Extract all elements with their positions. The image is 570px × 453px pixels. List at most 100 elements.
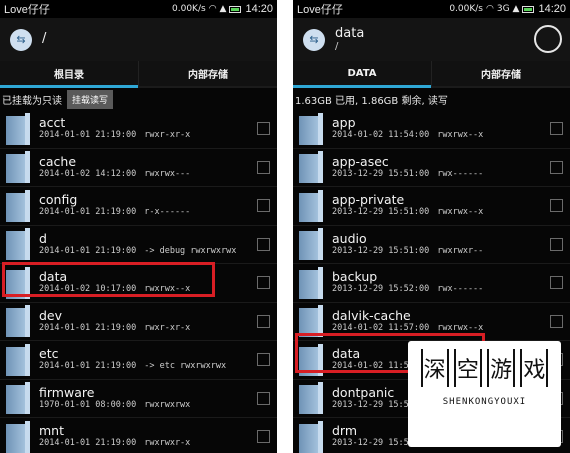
- file-name: app: [332, 115, 356, 131]
- battery-icon: [229, 5, 242, 13]
- select-checkbox[interactable]: [550, 276, 563, 290]
- mount-read-write-button[interactable]: 挂载读写: [67, 89, 114, 109]
- file-date: 2013-12-29 15:51:00: [332, 207, 430, 218]
- select-checkbox[interactable]: [257, 237, 270, 251]
- app-logo-icon[interactable]: ⇆: [10, 28, 32, 51]
- file-row-dalvik-cache[interactable]: dalvik-cache 2014-01-02 11:57:00 rwxrwx--x: [293, 303, 570, 341]
- file-list: acct 2014-01-01 21:19:00 rwxr-xr-x cache 201…: [0, 110, 277, 453]
- app-logo-icon[interactable]: ⇆: [303, 28, 325, 51]
- file-row-dev[interactable]: dev 2014-01-01 21:19:00 rwxr-xr-x: [0, 303, 277, 341]
- clock: 14:20: [538, 3, 566, 15]
- file-details: 2014-01-02 11:57:00 rwxrwx--x: [332, 323, 550, 335]
- folder-icon: [6, 228, 30, 261]
- file-permissions: rwx------: [437, 284, 484, 295]
- select-checkbox[interactable]: [257, 430, 270, 444]
- file-name: etc: [39, 346, 59, 362]
- file-name: firmware: [39, 384, 95, 400]
- folder-icon: [6, 343, 30, 376]
- file-row-data[interactable]: data 2014-01-02 10:17:00 rwxrwx--x: [0, 264, 277, 303]
- file-row-app-asec[interactable]: app-asec 2013-12-29 15:51:00 rwx------: [293, 149, 570, 187]
- file-row-config[interactable]: config 2014-01-01 21:19:00 r-x------: [0, 187, 277, 226]
- network-type-label: 3G: [496, 4, 510, 14]
- watermark-char: 戏: [520, 349, 549, 387]
- file-row-firmware[interactable]: firmware 1970-01-01 08:00:00 rwxrwxrwx: [0, 380, 277, 418]
- file-meta: firmware 1970-01-01 08:00:00 rwxrwxrwx: [39, 385, 257, 412]
- speed-readout: 0.00K/s: [172, 4, 206, 14]
- file-row-audio[interactable]: audio 2013-12-29 15:51:00 rwxrwxr--: [293, 226, 570, 264]
- select-checkbox[interactable]: [550, 314, 563, 328]
- folder-icon: [299, 382, 323, 415]
- file-name: app-asec: [332, 153, 389, 169]
- folder-icon: [6, 420, 30, 453]
- file-meta: mnt 2014-01-01 21:19:00 rwxrwxr-x: [39, 423, 257, 450]
- watermark-char: 游: [487, 349, 516, 387]
- carrier-label: Love仔仔: [4, 4, 50, 16]
- file-permissions: rwxr-xr-x: [144, 322, 191, 333]
- tab-data[interactable]: DATA: [293, 61, 431, 88]
- file-details: 2013-12-29 15:51:00 rwxrwxr--: [332, 246, 550, 258]
- file-details: 2014-01-01 21:19:00 rwxr-xr-x: [39, 323, 257, 335]
- file-permissions: rwxrwxr-x: [144, 438, 191, 449]
- file-row-app-private[interactable]: app-private 2013-12-29 15:51:00 rwxrwx--x: [293, 187, 570, 226]
- select-checkbox[interactable]: [257, 122, 270, 136]
- file-row-cache[interactable]: cache 2014-01-02 14:12:00 rwxrwx---: [0, 149, 277, 187]
- file-date: 2014-01-02 14:12:00: [39, 168, 137, 179]
- wifi-icon: ◠: [208, 4, 217, 14]
- current-folder-name: data: [335, 25, 365, 41]
- select-checkbox[interactable]: [257, 314, 270, 328]
- file-permissions: rwxrwx---: [144, 168, 191, 179]
- tab-internal-storage[interactable]: 内部存储: [138, 61, 277, 86]
- status-bar: Love仔仔 0.00K/s ◠ ▲ 14:20: [0, 0, 277, 18]
- file-permissions: rwxrwx--x: [437, 207, 484, 218]
- folder-icon: [299, 266, 323, 299]
- file-details: 2013-12-29 15:51:00 rwx------: [332, 169, 550, 181]
- file-date: 2014-01-01 21:19:00: [39, 207, 137, 218]
- select-checkbox[interactable]: [257, 276, 270, 290]
- file-row-d[interactable]: d 2014-01-01 21:19:00 -> debug rwxrwxrwx: [0, 226, 277, 264]
- tab-root[interactable]: 根目录: [0, 61, 138, 88]
- file-meta: app 2014-01-02 11:54:00 rwxrwx--x: [332, 115, 550, 142]
- file-meta: dalvik-cache 2014-01-02 11:57:00 rwxrwx--x: [332, 308, 550, 335]
- file-details: 2014-01-02 14:12:00 rwxrwx---: [39, 169, 257, 181]
- file-name: mnt: [39, 423, 64, 439]
- file-meta: data 2014-01-02 10:17:00 rwxrwx--x: [39, 269, 257, 296]
- file-details: 2014-01-01 21:19:00 r-x------: [39, 207, 257, 219]
- carrier-label: Love仔仔: [297, 4, 343, 16]
- title-bar: ⇆ data /: [293, 18, 570, 61]
- folder-icon: [6, 382, 30, 415]
- file-details: 2014-01-02 10:17:00 rwxrwx--x: [39, 284, 257, 296]
- file-permissions: rwxrwxr--: [437, 245, 484, 256]
- storage-usage-text: 1.63GB 已用, 1.86GB 剩余, 读写: [295, 95, 448, 107]
- file-row-acct[interactable]: acct 2014-01-01 21:19:00 rwxr-xr-x: [0, 110, 277, 149]
- select-checkbox[interactable]: [550, 160, 563, 174]
- select-checkbox[interactable]: [550, 199, 563, 213]
- folder-icon: [299, 228, 323, 261]
- file-row-mnt[interactable]: mnt 2014-01-01 21:19:00 rwxrwxr-x: [0, 418, 277, 453]
- folder-icon: [6, 189, 30, 222]
- tab-bar: DATA 内部存储: [293, 61, 570, 88]
- tab-internal-storage[interactable]: 内部存储: [431, 61, 570, 86]
- file-details: 2014-01-01 21:19:00 -> etc rwxrwxrwx: [39, 361, 257, 373]
- select-checkbox[interactable]: [257, 199, 270, 213]
- select-checkbox[interactable]: [550, 237, 563, 251]
- watermark-char: 空: [453, 349, 482, 387]
- file-meta: backup 2013-12-29 15:52:00 rwx------: [332, 269, 550, 296]
- clock: 14:20: [245, 3, 273, 15]
- folder-icon: [6, 305, 30, 338]
- file-row-etc[interactable]: etc 2014-01-01 21:19:00 -> etc rwxrwxrwx: [0, 341, 277, 380]
- select-checkbox[interactable]: [257, 353, 270, 367]
- mount-status-text: 已挂载为只读: [2, 95, 62, 107]
- file-row-app[interactable]: app 2014-01-02 11:54:00 rwxrwx--x: [293, 110, 570, 149]
- folder-icon: [299, 343, 323, 376]
- loading-spinner-icon: [534, 25, 562, 53]
- select-checkbox[interactable]: [550, 122, 563, 136]
- file-date: 2014-01-01 21:19:00: [39, 322, 137, 333]
- file-meta: d 2014-01-01 21:19:00 -> debug rwxrwxrwx: [39, 231, 257, 258]
- select-checkbox[interactable]: [257, 160, 270, 174]
- file-date: 2014-01-01 21:19:00: [39, 130, 137, 141]
- file-meta: acct 2014-01-01 21:19:00 rwxr-xr-x: [39, 115, 257, 142]
- current-parent-path: /: [335, 41, 339, 53]
- file-row-backup[interactable]: backup 2013-12-29 15:52:00 rwx------: [293, 264, 570, 303]
- select-checkbox[interactable]: [257, 391, 270, 405]
- file-name: backup: [332, 269, 378, 285]
